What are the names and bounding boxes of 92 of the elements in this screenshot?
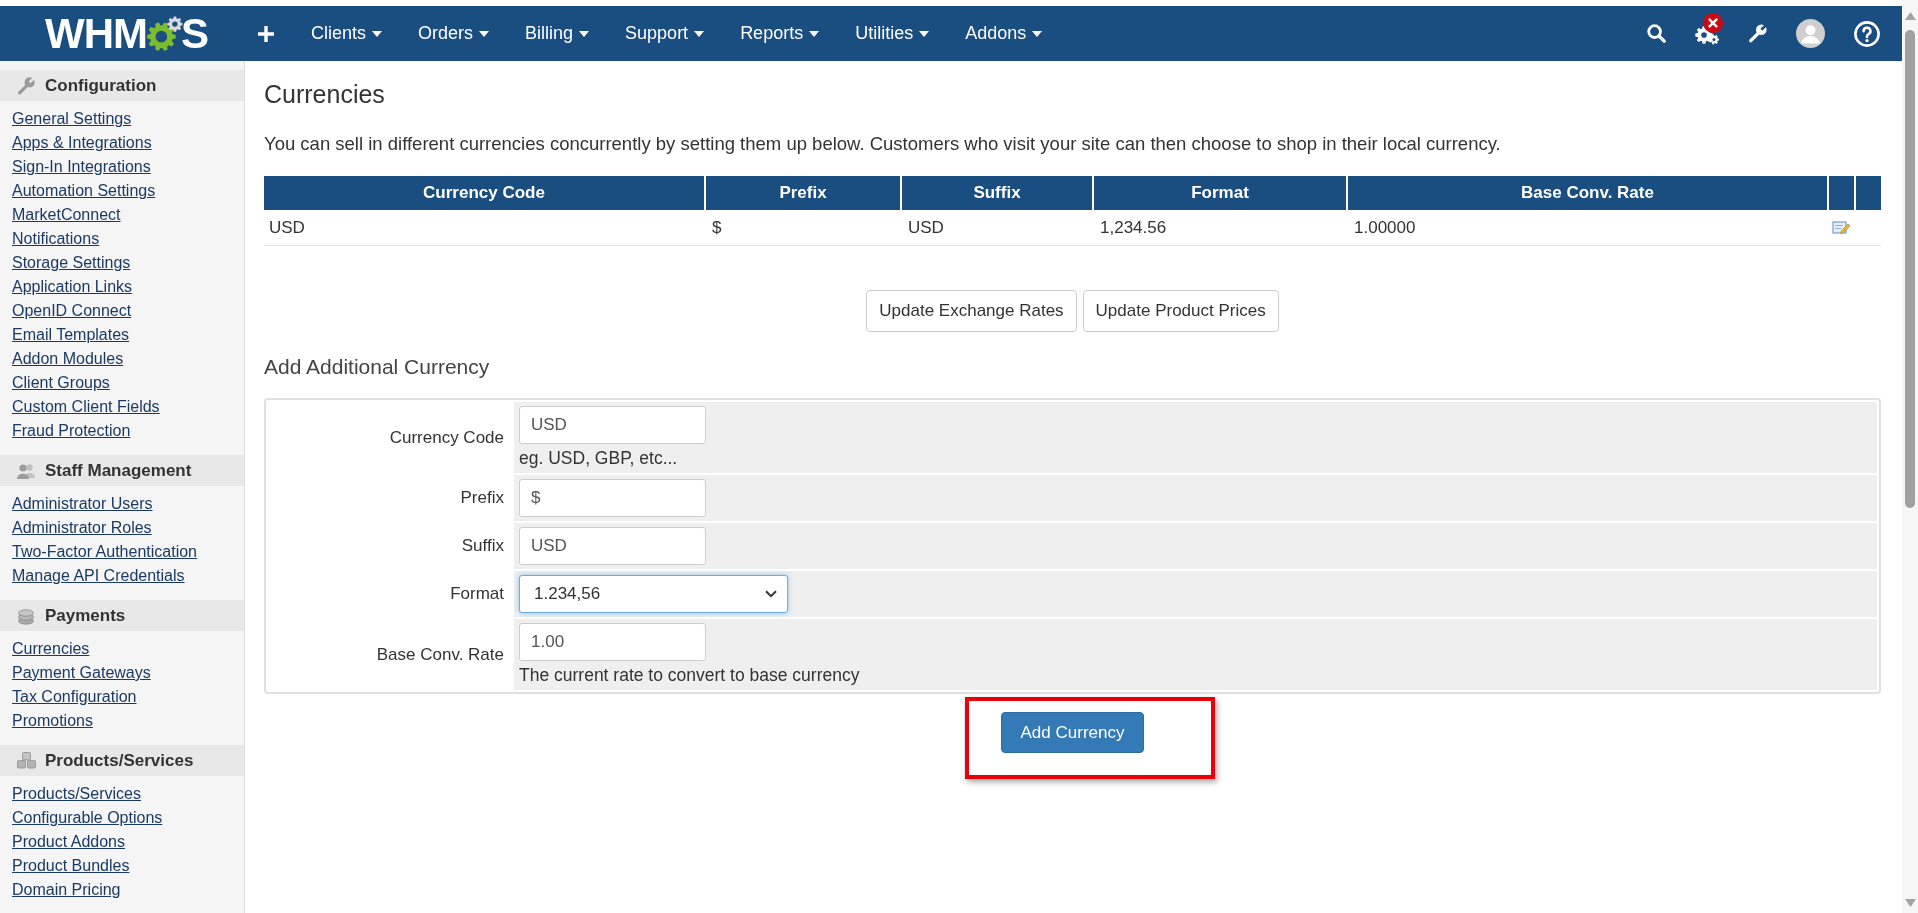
field-label: Currency Code (389, 426, 504, 449)
gear-icon (146, 15, 183, 52)
nav-menu[interactable]: Orders (400, 6, 508, 61)
column-header: Base Conv. Rate (1348, 176, 1827, 210)
page-title: Currencies (264, 79, 386, 109)
text-input[interactable]: $ (519, 479, 706, 517)
column-header: Suffix (902, 176, 1092, 210)
sidebar-link[interactable]: Product Bundles (12, 854, 130, 878)
nav-menu[interactable]: Billing (507, 6, 608, 61)
sidebar-link[interactable]: Custom Client Fields (12, 395, 160, 419)
field-hint: eg. USD, GBP, etc... (519, 447, 678, 469)
field-label: Format (450, 583, 504, 606)
scrollbar-thumb[interactable] (1905, 30, 1915, 508)
nav-menu[interactable]: Support (607, 6, 723, 61)
table-cell: USD (908, 217, 944, 237)
wrench-icon[interactable] (1748, 24, 1767, 43)
text-input[interactable]: USD (519, 527, 706, 565)
action-button[interactable]: Update Exchange Rates (866, 290, 1077, 332)
coins-icon (17, 606, 35, 625)
people-icon (16, 462, 36, 479)
caret-icon (579, 30, 590, 37)
text-input[interactable]: USD (519, 406, 706, 444)
plus-icon (257, 24, 275, 43)
avatar-icon[interactable] (1796, 19, 1825, 48)
column-header (1829, 176, 1854, 210)
table-cell: USD (269, 217, 305, 237)
cubes-icon (16, 752, 36, 769)
sidebar-link[interactable]: Application Links (12, 275, 133, 299)
sidebar-link[interactable]: Apps & Integrations (12, 131, 152, 155)
logo-text: S (180, 12, 208, 55)
section-title: Products/Services (45, 749, 194, 772)
sidebar-link[interactable]: Product Addons (12, 830, 125, 854)
sidebar-link[interactable]: Products/Services (12, 782, 141, 806)
nav-menu[interactable]: Reports (722, 6, 838, 61)
sidebar-link[interactable]: Configurable Options (12, 806, 163, 830)
sidebar-link[interactable]: Domain Pricing (12, 878, 121, 902)
field-label: Prefix (460, 487, 504, 510)
sidebar-link[interactable]: Client Groups (12, 371, 110, 395)
sidebar-link[interactable]: MarketConnect (12, 203, 121, 227)
sidebar-link[interactable]: Fraud Protection (12, 419, 131, 443)
page-description: You can sell in different currencies concurrently by setting them up below. Customers who visit your site can then choose to shop in their local currency. (264, 132, 1502, 156)
caret-icon (694, 30, 705, 37)
nav-menu[interactable]: Clients (293, 6, 401, 61)
sidebar-link[interactable]: Sign-In Integrations (12, 155, 151, 179)
sidebar-link[interactable]: Storage Settings (12, 251, 131, 275)
sidebar-link[interactable]: Administrator Roles (12, 516, 152, 540)
caret-icon (809, 30, 820, 37)
edit-icon[interactable] (1832, 219, 1851, 236)
add-button[interactable] (257, 24, 275, 43)
submit-button[interactable]: Add Currency (1000, 712, 1145, 753)
wrench-icon (17, 76, 35, 95)
section-heading: Add Additional Currency (264, 354, 491, 380)
sidebar-link[interactable]: Two-Factor Authentication (12, 540, 197, 564)
section-title: Staff Management (45, 459, 192, 482)
logo-text: WHM (45, 12, 147, 55)
format-dropdown[interactable]: 1.234,56 (519, 575, 788, 613)
sidebar-link[interactable]: Payment Gateways (12, 661, 151, 685)
sidebar-link[interactable]: Promotions (12, 709, 93, 733)
action-button[interactable]: Update Product Prices (1082, 290, 1279, 332)
section-title: Configuration (45, 74, 157, 97)
field-label: Suffix (461, 535, 504, 558)
sidebar-link[interactable]: Currencies (12, 637, 90, 661)
sidebar-link[interactable]: Manage API Credentials (12, 564, 185, 588)
text-input[interactable]: 1.00 (519, 623, 706, 661)
column-header: Format (1094, 176, 1346, 210)
table-cell: 1,234.56 (1100, 217, 1167, 237)
sidebar-link[interactable]: Automation Settings (12, 179, 156, 203)
caret-icon (919, 30, 930, 37)
table-cell: $ (712, 217, 722, 237)
caret-icon (479, 30, 490, 37)
sidebar-link[interactable]: OpenID Connect (12, 299, 132, 323)
search-icon[interactable] (1647, 24, 1666, 43)
nav-menu[interactable]: Utilities (837, 6, 948, 61)
scrollbar[interactable] (1902, 0, 1918, 913)
sidebar-link[interactable]: Email Templates (12, 323, 130, 347)
help-icon[interactable] (1854, 20, 1880, 47)
sidebar-link[interactable]: Addon Modules (12, 347, 124, 371)
column-header (1856, 176, 1881, 210)
caret-icon (372, 30, 383, 37)
field-hint: The current rate to convert to base currency (519, 664, 860, 686)
chevron-down-icon (765, 590, 777, 598)
sidebar-link[interactable]: Administrator Users (12, 492, 153, 516)
sidebar-link[interactable]: General Settings (12, 107, 132, 131)
column-header: Currency Code (264, 176, 704, 210)
caret-icon (1032, 30, 1043, 37)
sidebar-link[interactable]: Notifications (12, 227, 100, 251)
column-header: Prefix (706, 176, 900, 210)
section-title: Payments (45, 604, 126, 627)
sidebar-link[interactable]: Tax Configuration (12, 685, 137, 709)
field-label: Base Conv. Rate (376, 643, 504, 666)
table-cell: 1.00000 (1354, 217, 1416, 237)
nav-menu[interactable]: Addons (947, 6, 1061, 61)
